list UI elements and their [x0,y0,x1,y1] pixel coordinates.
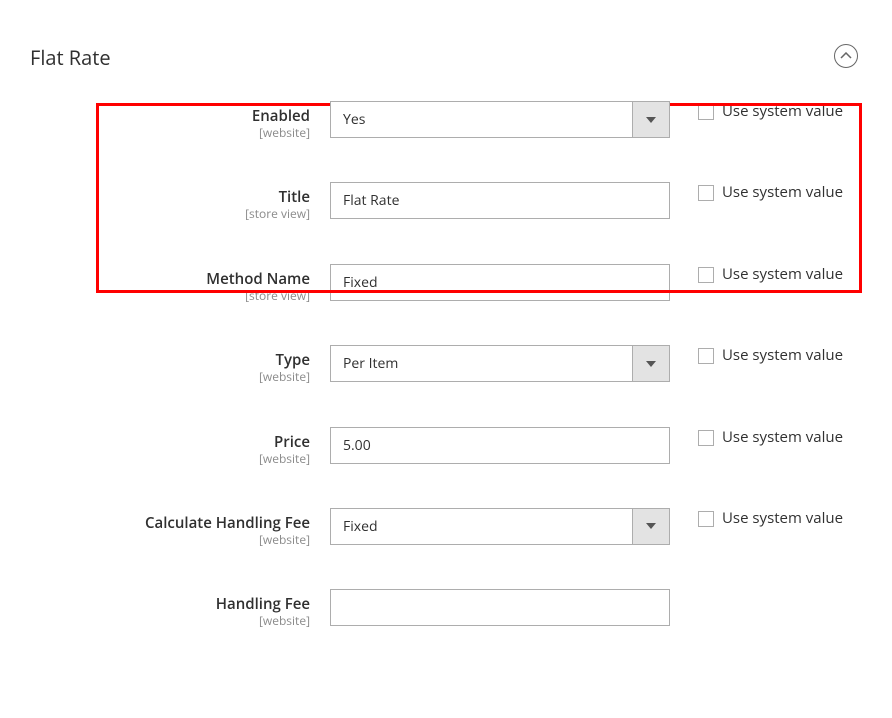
enabled-select-value: Yes [331,110,632,129]
method-name-input[interactable] [330,264,670,301]
calc-fee-select-value: Fixed [331,517,632,536]
use-system-method-name-checkbox[interactable] [698,267,714,283]
use-system-calc-fee-label: Use system value [722,508,843,528]
scope-handling-fee: [website] [30,614,310,628]
chevron-down-icon [632,509,669,544]
calc-fee-select[interactable]: Fixed [330,508,670,545]
scope-enabled: [website] [30,126,310,140]
use-system-price-checkbox[interactable] [698,430,714,446]
use-system-calc-fee-checkbox[interactable] [698,511,714,527]
use-system-type-label: Use system value [722,345,843,365]
row-type: Type [website] Per Item Use system value [30,345,862,384]
use-system-method-name-label: Use system value [722,264,843,284]
label-calc-fee: Calculate Handling Fee [30,514,310,532]
enabled-select[interactable]: Yes [330,101,670,138]
chevron-up-icon [840,52,852,60]
row-calc-fee: Calculate Handling Fee [website] Fixed U… [30,508,862,547]
label-title: Title [30,188,310,206]
chevron-down-icon [632,346,669,381]
row-method-name: Method Name [store view] Use system valu… [30,264,862,303]
flat-rate-section: Flat Rate Enabled [website] Yes [0,0,892,629]
title-input[interactable] [330,182,670,219]
label-type: Type [30,351,310,369]
section-title: Flat Rate [30,44,862,71]
collapse-button[interactable] [834,44,858,68]
label-method-name: Method Name [30,270,310,288]
type-select-value: Per Item [331,354,632,373]
label-handling-fee: Handling Fee [30,595,310,613]
label-price: Price [30,433,310,451]
type-select[interactable]: Per Item [330,345,670,382]
row-price: Price [website] Use system value [30,427,862,466]
scope-title: [store view] [30,207,310,221]
use-system-enabled-checkbox[interactable] [698,104,714,120]
scope-method-name: [store view] [30,289,310,303]
label-enabled: Enabled [30,107,310,125]
use-system-title-label: Use system value [722,182,843,202]
row-title: Title [store view] Use system value [30,182,862,221]
scope-calc-fee: [website] [30,533,310,547]
scope-type: [website] [30,370,310,384]
use-system-type-checkbox[interactable] [698,348,714,364]
row-enabled: Enabled [website] Yes Use system value [30,101,862,140]
price-input[interactable] [330,427,670,464]
use-system-enabled-label: Use system value [722,101,843,121]
use-system-title-checkbox[interactable] [698,185,714,201]
use-system-price-label: Use system value [722,427,843,447]
row-handling-fee: Handling Fee [website] [30,589,862,628]
chevron-down-icon [632,102,669,137]
handling-fee-input[interactable] [330,589,670,626]
scope-price: [website] [30,452,310,466]
